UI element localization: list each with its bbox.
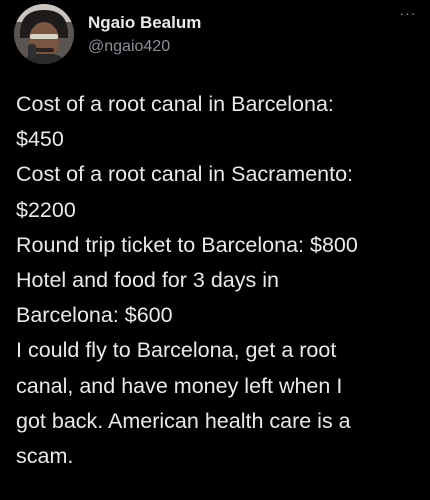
tweet-text-line: $450 [16, 127, 64, 152]
tweet-text-line: Hotel and food for 3 days in [16, 268, 279, 293]
tweet-card: Ngaio Bealum @ngaio420 ··· Cost of a roo… [0, 0, 430, 500]
tweet-text-line: $2200 [16, 197, 76, 222]
tweet-text-line: got back. American health care is a [16, 408, 351, 433]
author-display-name[interactable]: Ngaio Bealum [88, 13, 201, 33]
avatar-image [14, 4, 74, 64]
author-handle[interactable]: @ngaio420 [88, 38, 170, 56]
tweet-text-line: Cost of a root canal in Barcelona: [16, 92, 334, 116]
tweet-text-line: I could fly to Barcelona, get a root [16, 338, 337, 363]
tweet-text-line: scam. [16, 444, 74, 469]
tweet-text-line: Cost of a root canal in Sacramento: [16, 162, 354, 187]
more-options-icon[interactable]: ··· [396, 6, 420, 20]
user-avatar[interactable] [14, 4, 74, 64]
tweet-text-line: Barcelona: $600 [16, 303, 173, 328]
tweet-text: Cost of a root canal in Barcelona: $450 … [16, 87, 426, 474]
tweet-text-line: Round trip ticket to Barcelona: $800 [16, 232, 358, 257]
tweet-text-line: canal, and have money left when I [16, 373, 343, 398]
